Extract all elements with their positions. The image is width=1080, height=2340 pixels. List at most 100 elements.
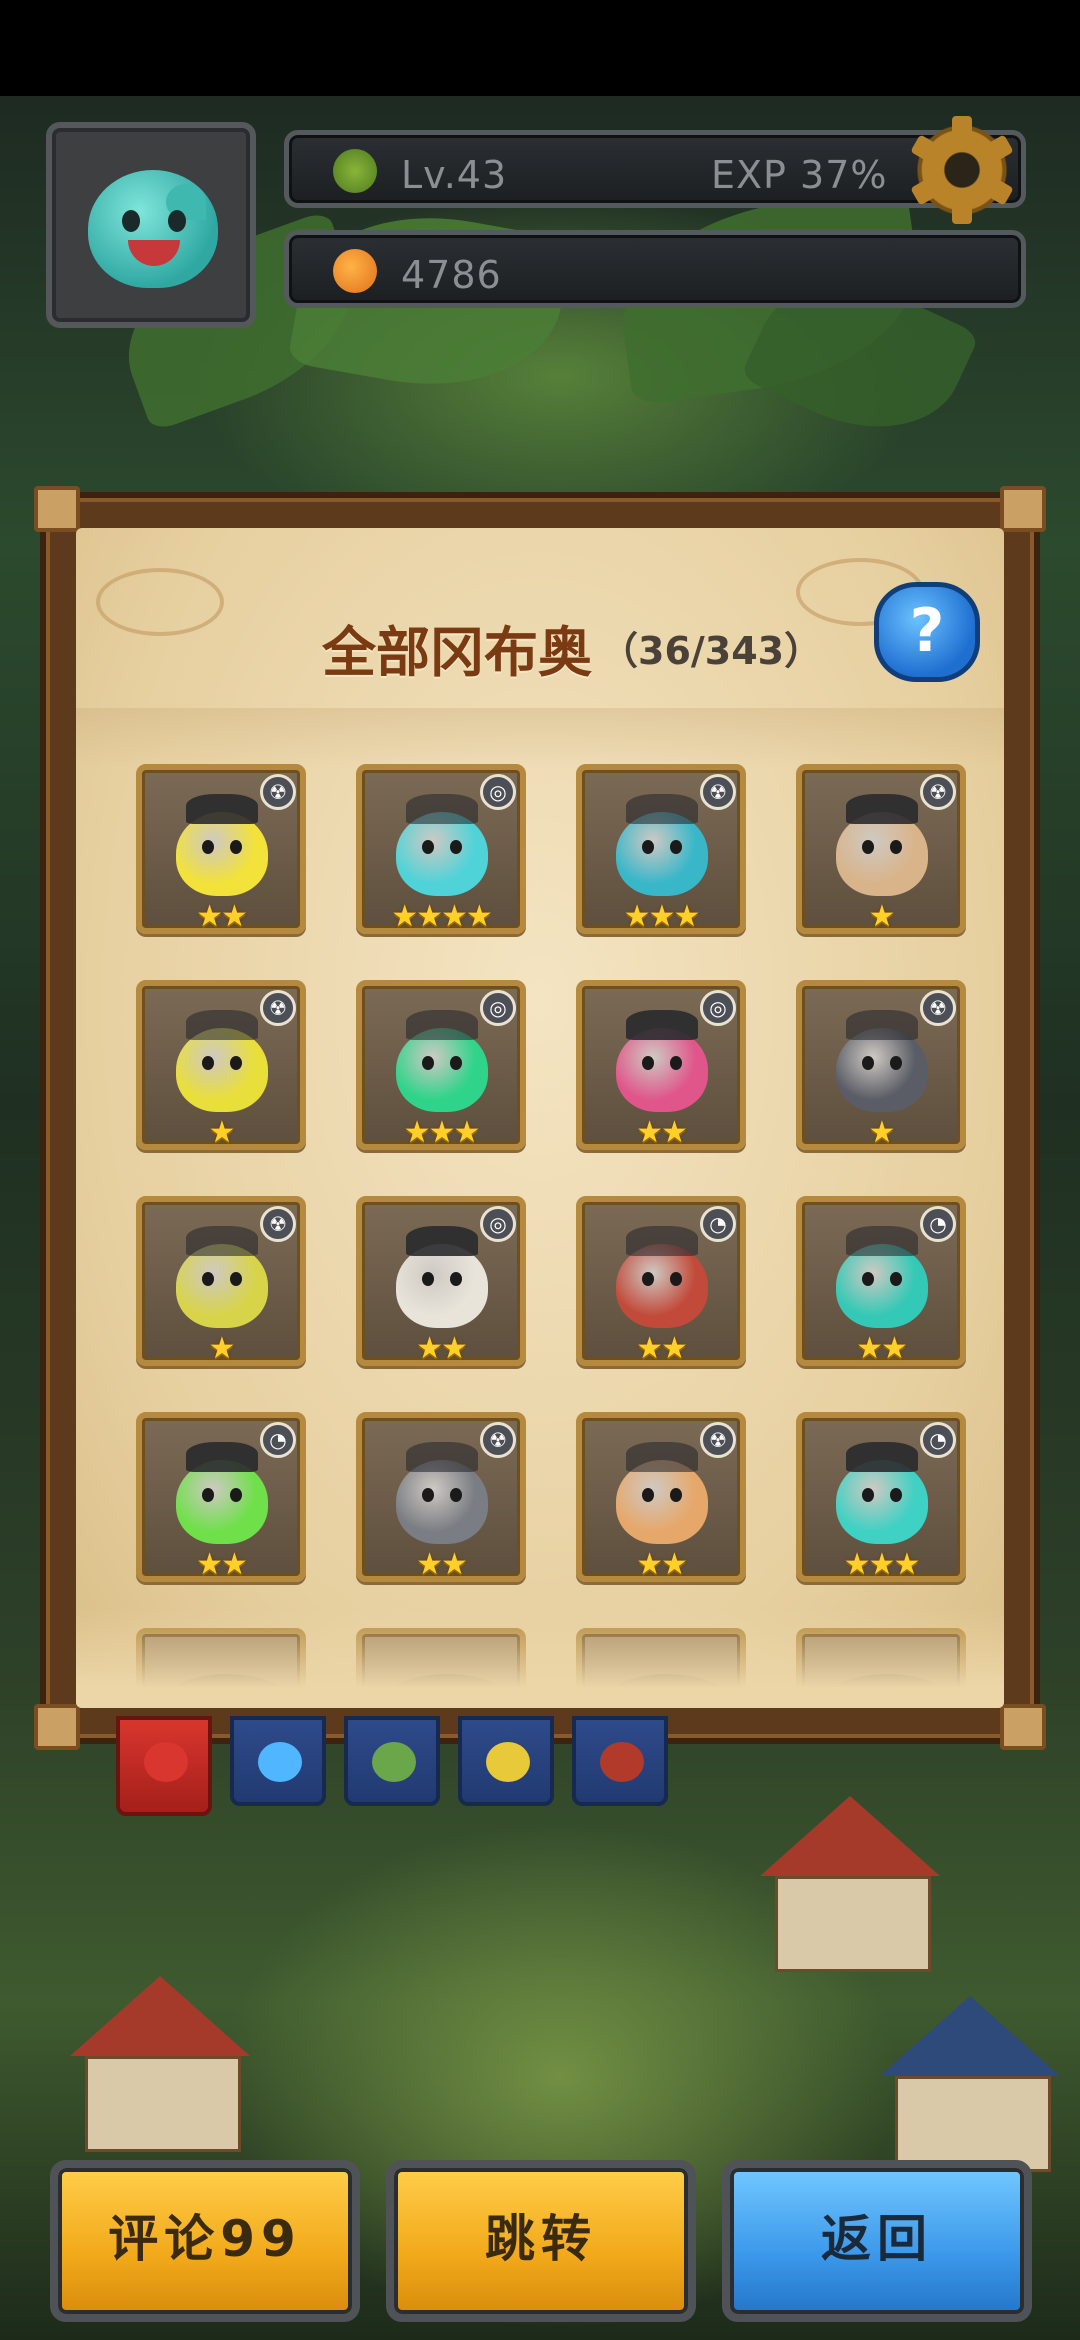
- comment-button[interactable]: 评论99: [50, 2160, 360, 2322]
- star-rating: ★★: [856, 1331, 908, 1366]
- star-rating: ★: [208, 1115, 236, 1150]
- star-rating: ★★: [416, 1331, 468, 1366]
- creature-card[interactable]: ◎ ★★: [576, 980, 746, 1150]
- star-rating: ★: [868, 899, 896, 934]
- tab-yellow[interactable]: [458, 1716, 554, 1806]
- costume-icon: [626, 1010, 698, 1040]
- tab-red[interactable]: [572, 1716, 668, 1806]
- collection-panel: 全部冈布奥 （36/343） ? ☢ ★★ ◎ ★★★★ ☢ ★★★ ☢ ★ ☢ ★ ◎ ★★★ ◎ ★★…: [34, 486, 1046, 1750]
- star-rating: ★: [868, 1115, 896, 1150]
- star-rating: ★★★★: [391, 899, 493, 934]
- element-badge-icon: ☢: [260, 1206, 296, 1242]
- tab-blue-icon: [258, 1742, 302, 1782]
- level-label: Lv.43: [401, 153, 508, 197]
- creature-portrait-icon: [616, 1244, 708, 1328]
- creature-portrait-icon: [396, 812, 488, 896]
- tree-level-icon: [333, 149, 377, 193]
- tab-yellow-icon: [486, 1742, 530, 1782]
- back-button[interactable]: 返回: [722, 2160, 1032, 2322]
- costume-icon: [626, 1226, 698, 1256]
- creature-portrait-icon: [176, 812, 268, 896]
- star-rating: ★★★: [843, 1547, 921, 1582]
- costume-icon: [846, 794, 918, 824]
- creature-card[interactable]: ☢ ★: [136, 980, 306, 1150]
- creature-card[interactable]: ◔ ★★: [796, 1196, 966, 1366]
- creature-portrait-icon: [396, 1028, 488, 1112]
- costume-icon: [406, 1226, 478, 1256]
- jump-button[interactable]: 跳转: [386, 2160, 696, 2322]
- star-rating: ★★: [416, 1547, 468, 1582]
- element-badge-icon: ◔: [260, 1422, 296, 1458]
- costume-icon: [186, 1010, 258, 1040]
- creature-portrait-icon: [396, 1460, 488, 1544]
- player-avatar[interactable]: [46, 122, 256, 328]
- star-rating: ★★: [636, 1115, 688, 1150]
- gear-icon[interactable]: [910, 116, 1014, 224]
- costume-icon: [846, 1010, 918, 1040]
- parchment: 全部冈布奥 （36/343） ? ☢ ★★ ◎ ★★★★ ☢ ★★★ ☢ ★ ☢ ★ ◎ ★★★ ◎ ★★…: [76, 528, 1004, 1708]
- costume-icon: [186, 1226, 258, 1256]
- tab-red-icon: [600, 1742, 644, 1782]
- coin-count: 4786: [401, 253, 502, 297]
- element-badge-icon: ◎: [700, 990, 736, 1026]
- element-badge-icon: ◎: [480, 774, 516, 810]
- creature-portrait-icon: [836, 1460, 928, 1544]
- tab-green[interactable]: [344, 1716, 440, 1806]
- creature-portrait-icon: [396, 1244, 488, 1328]
- element-badge-icon: ☢: [920, 774, 956, 810]
- element-badge-icon: ◔: [700, 1206, 736, 1242]
- element-badge-icon: ☢: [480, 1422, 516, 1458]
- creature-card[interactable]: ☢ ★: [796, 764, 966, 934]
- help-button[interactable]: ?: [874, 582, 980, 682]
- element-badge-icon: ◎: [480, 990, 516, 1026]
- creature-portrait-icon: [836, 1028, 928, 1112]
- costume-icon: [186, 794, 258, 824]
- element-badge-icon: ◔: [920, 1422, 956, 1458]
- creature-card[interactable]: ☢ ★★: [576, 1412, 746, 1582]
- fruit-currency-icon: [333, 249, 377, 293]
- costume-icon: [626, 794, 698, 824]
- creature-card[interactable]: ☢ ★: [796, 980, 966, 1150]
- costume-icon: [846, 1442, 918, 1472]
- collection-count: （36/343）: [600, 629, 823, 673]
- creature-portrait-icon: [836, 812, 928, 896]
- star-rating: ★★: [196, 1547, 248, 1582]
- creature-card[interactable]: ◎ ★★: [356, 1196, 526, 1366]
- exp-label: EXP 37%: [711, 153, 888, 197]
- creature-card[interactable]: ☢ ★★: [356, 1412, 526, 1582]
- creature-card[interactable]: ◔ ★★★: [796, 1412, 966, 1582]
- costume-icon: [846, 1226, 918, 1256]
- creature-card[interactable]: ◎ ★★★: [356, 980, 526, 1150]
- creature-card[interactable]: ◎ ★★★★: [356, 764, 526, 934]
- creature-card[interactable]: ◔ ★★: [136, 1412, 306, 1582]
- teal-blob-avatar-icon: [88, 170, 218, 288]
- star-rating: ★★: [636, 1547, 688, 1582]
- creature-portrait-icon: [616, 1028, 708, 1112]
- element-badge-icon: ☢: [260, 990, 296, 1026]
- tab-all-icon: [144, 1742, 188, 1782]
- creature-portrait-icon: [176, 1028, 268, 1112]
- creature-portrait-icon: [176, 1244, 268, 1328]
- creature-portrait-icon: [616, 812, 708, 896]
- element-badge-icon: ☢: [920, 990, 956, 1026]
- costume-icon: [186, 1442, 258, 1472]
- creature-card[interactable]: ◔ ★★: [576, 1196, 746, 1366]
- tab-blue[interactable]: [230, 1716, 326, 1806]
- creature-card[interactable]: ☢ ★★★: [576, 764, 746, 934]
- costume-icon: [406, 1442, 478, 1472]
- creature-portrait-icon: [176, 1460, 268, 1544]
- tab-all[interactable]: [116, 1716, 212, 1816]
- creature-card[interactable]: ☢ ★★: [136, 764, 306, 934]
- status-bar: [0, 0, 1080, 96]
- creature-portrait-icon: [836, 1244, 928, 1328]
- star-rating: ★★★: [623, 899, 701, 934]
- star-rating: ★★: [636, 1331, 688, 1366]
- element-badge-icon: ☢: [260, 774, 296, 810]
- costume-icon: [406, 1010, 478, 1040]
- element-badge-icon: ☢: [700, 774, 736, 810]
- tab-green-icon: [372, 1742, 416, 1782]
- currency-bar: 4786: [284, 230, 1026, 308]
- element-badge-icon: ◎: [480, 1206, 516, 1242]
- creature-card[interactable]: ☢ ★: [136, 1196, 306, 1366]
- star-rating: ★: [208, 1331, 236, 1366]
